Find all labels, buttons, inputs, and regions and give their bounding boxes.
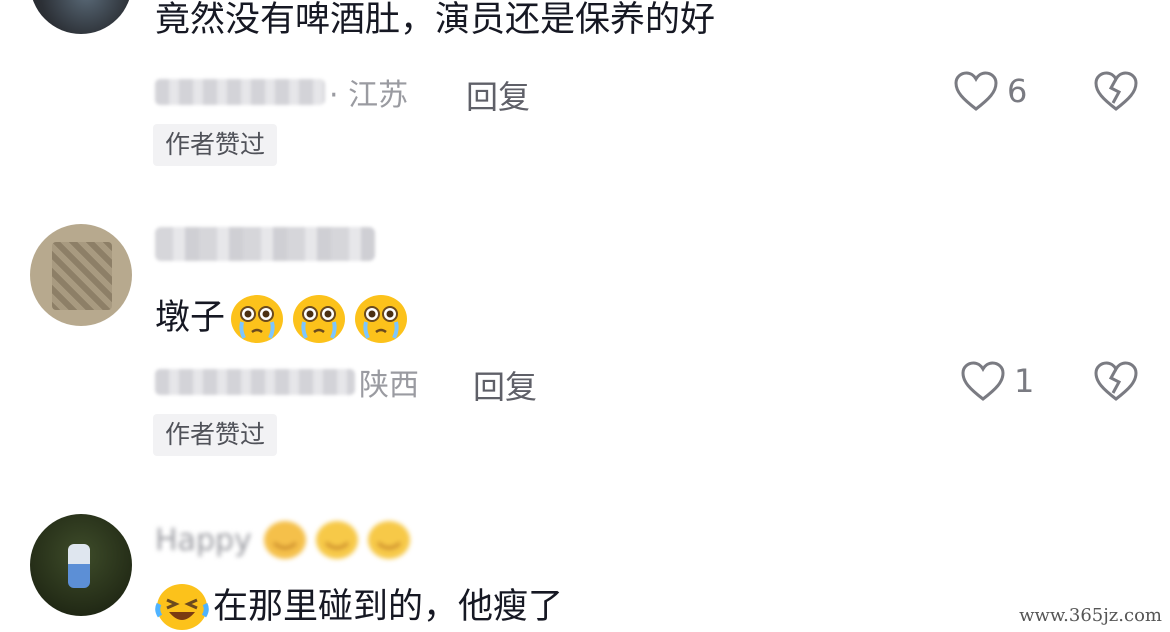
comment-location: · 江苏 (329, 78, 409, 113)
laughing-tears-emoji-icon (155, 582, 209, 632)
watermark: www.365jz.com (1019, 605, 1162, 626)
like-button[interactable]: 6 (953, 70, 1027, 112)
like-button[interactable]: 1 (960, 360, 1034, 402)
avatar[interactable] (30, 0, 132, 34)
broken-heart-icon (1094, 71, 1138, 111)
comment-meta: · 江苏 (155, 72, 409, 113)
broken-heart-icon (1094, 361, 1138, 401)
comment-text-content: 墩子 (155, 298, 226, 338)
comment-text: 竟然没有啤酒肚，演员还是保养的好 (155, 0, 716, 40)
author-liked-badge: 作者赞过 (153, 124, 278, 166)
comment-text-content: 在那里碰到的，他瘦了 (213, 587, 564, 627)
comment-date-blurred (155, 79, 325, 105)
emoji-icon (262, 519, 308, 561)
crying-emoji-icon (353, 292, 409, 344)
username-blurred[interactable] (155, 227, 375, 261)
reply-button[interactable]: 回复 (466, 72, 530, 118)
reply-button[interactable]: 回复 (473, 362, 537, 408)
comment-text: 墩子 (155, 292, 409, 344)
comment-date-blurred (155, 369, 355, 395)
crying-emoji-icon (229, 292, 285, 344)
like-count: 6 (1007, 72, 1028, 110)
like-count: 1 (1014, 362, 1035, 400)
dislike-button[interactable] (1093, 360, 1139, 406)
emoji-icon (314, 519, 360, 561)
comment-meta: 陕西 (155, 362, 419, 403)
emoji-icon (366, 519, 412, 561)
comment-text: 在那里碰到的，他瘦了 (155, 582, 563, 632)
comment-location: 陕西 (359, 368, 419, 403)
avatar[interactable] (30, 514, 132, 616)
dislike-button[interactable] (1093, 70, 1139, 116)
author-liked-badge: 作者赞过 (153, 414, 278, 456)
crying-emoji-icon (291, 292, 347, 344)
heart-outline-icon (954, 71, 998, 111)
avatar[interactable] (30, 224, 132, 326)
username-row[interactable]: Happy (155, 518, 412, 562)
heart-outline-icon (961, 361, 1005, 401)
username-blurred: Happy (155, 522, 252, 558)
